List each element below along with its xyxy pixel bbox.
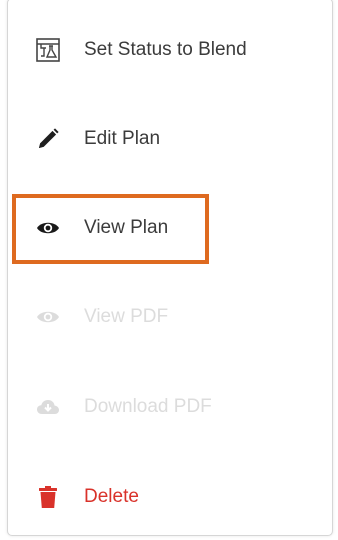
menu-item-download-pdf[interactable]: Download PDF — [8, 377, 332, 437]
menu-item-label: View Plan — [84, 217, 169, 238]
pencil-icon — [36, 127, 60, 151]
menu-item-label: Delete — [84, 486, 139, 507]
menu-item-label: Set Status to Blend — [84, 39, 247, 60]
menu-item-set-status-blend[interactable]: Set Status to Blend — [8, 20, 332, 80]
action-menu: Set Status to Blend Edit Plan View Plan — [7, 0, 333, 536]
flask-blend-icon — [36, 38, 60, 62]
menu-item-view-pdf[interactable]: View PDF — [8, 287, 332, 347]
menu-item-label: View PDF — [84, 306, 169, 327]
menu-item-edit-plan[interactable]: Edit Plan — [8, 109, 332, 169]
cloud-download-icon — [36, 395, 60, 419]
trash-icon — [36, 485, 60, 509]
menu-item-view-plan[interactable]: View Plan — [8, 198, 332, 258]
menu-item-delete[interactable]: Delete — [8, 467, 332, 527]
menu-item-label: Edit Plan — [84, 128, 161, 149]
eye-icon — [36, 216, 60, 240]
menu-item-label: Download PDF — [84, 396, 212, 417]
eye-icon — [36, 305, 60, 329]
